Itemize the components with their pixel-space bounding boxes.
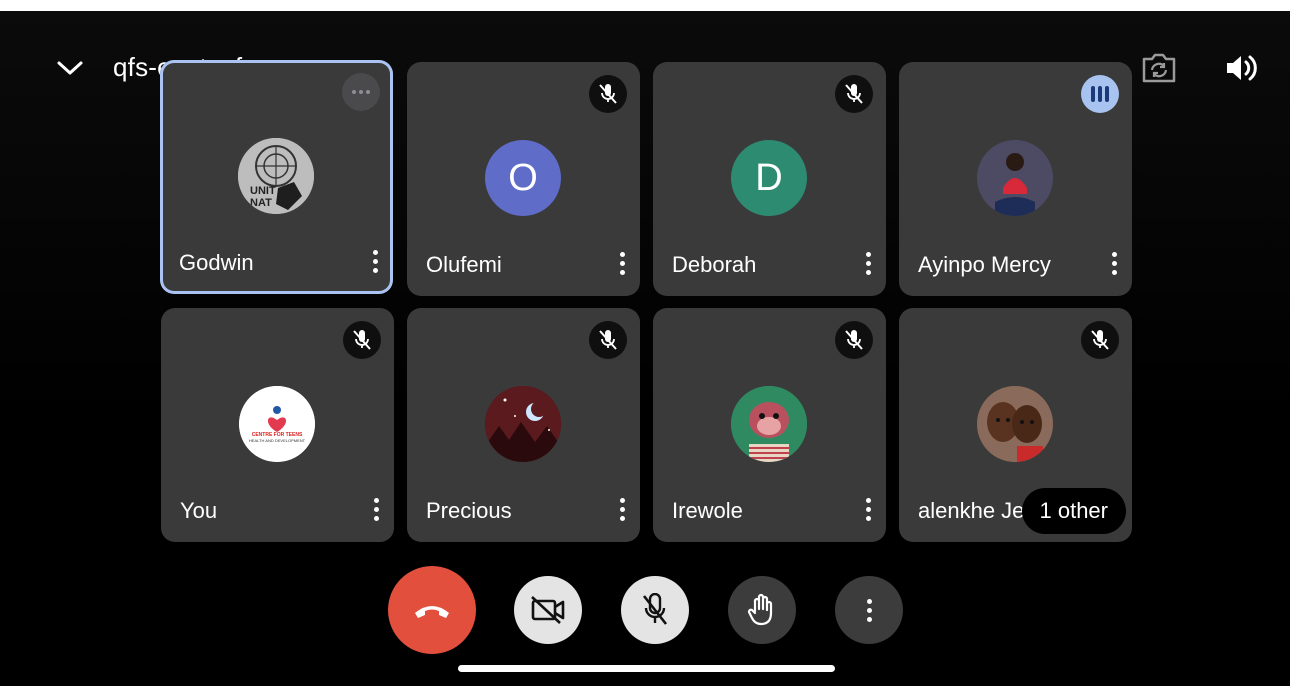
- avatar: CENTRE FOR TEENS HEALTH AND DEVELOPMENT: [239, 386, 315, 462]
- avatar: D: [731, 140, 807, 216]
- mic-off-icon: [589, 75, 627, 113]
- mic-toggle-button[interactable]: [621, 576, 689, 644]
- participant-tile-deborah[interactable]: D Deborah: [653, 62, 886, 296]
- participant-tile-precious[interactable]: Precious: [407, 308, 640, 542]
- volume-icon: [1227, 55, 1257, 81]
- participant-name: Irewole: [672, 498, 743, 523]
- more-icon: [342, 73, 380, 111]
- participant-name: Ayinpo Mercy: [918, 252, 1051, 277]
- switch-camera-button[interactable]: [1140, 50, 1178, 86]
- participant-tile-ayinpo-mercy[interactable]: Ayinpo Mercy: [899, 62, 1132, 296]
- avatar: [485, 386, 561, 462]
- mic-off-icon: [589, 321, 627, 359]
- profile-photo: [977, 140, 1053, 216]
- bottom-bezel: [0, 686, 1290, 697]
- camera-off-icon: [531, 596, 565, 624]
- participant-tile-olufemi[interactable]: O Olufemi: [407, 62, 640, 296]
- mic-off-icon: [343, 321, 381, 359]
- avatar: [977, 386, 1053, 462]
- children-photo: [977, 386, 1053, 462]
- participant-name: alenkhe Je: [918, 498, 1025, 523]
- collapse-button[interactable]: [52, 50, 88, 86]
- participant-tile-irewole[interactable]: Irewole: [653, 308, 886, 542]
- avatar: UNIT NAT: [238, 138, 314, 214]
- participant-options-button[interactable]: [612, 494, 632, 524]
- mic-off-icon: [835, 75, 873, 113]
- un-emblem-photo: UNIT NAT: [238, 138, 314, 214]
- participant-options-button[interactable]: [366, 494, 386, 524]
- switch-camera-icon: [1142, 53, 1176, 83]
- svg-text:HEALTH AND DEVELOPMENT: HEALTH AND DEVELOPMENT: [249, 438, 306, 443]
- ape-art-photo: [731, 386, 807, 462]
- more-options-icon: [866, 598, 872, 622]
- mic-off-icon: [642, 593, 668, 625]
- raise-hand-button[interactable]: [728, 576, 796, 644]
- avatar: [977, 140, 1053, 216]
- participant-options-button[interactable]: [858, 494, 878, 524]
- avatar: [731, 386, 807, 462]
- centre-for-teens-logo: CENTRE FOR TEENS HEALTH AND DEVELOPMENT: [239, 386, 315, 462]
- participant-options-button[interactable]: [858, 248, 878, 278]
- participant-name: Olufemi: [426, 252, 502, 277]
- camera-toggle-button[interactable]: [514, 576, 582, 644]
- participant-tile-godwin[interactable]: UNIT NAT Godwin: [160, 60, 393, 294]
- participant-name: Deborah: [672, 252, 757, 277]
- end-call-icon: [415, 606, 449, 618]
- more-options-button[interactable]: [835, 576, 903, 644]
- participant-options-button[interactable]: [365, 246, 385, 276]
- chevron-down-icon: [57, 61, 83, 75]
- moon-art-photo: [485, 386, 561, 462]
- mic-off-icon: [835, 321, 873, 359]
- avatar: O: [485, 140, 561, 216]
- participant-options-button[interactable]: [1104, 248, 1124, 278]
- svg-text:UNIT: UNIT: [250, 185, 276, 197]
- participant-tile-you[interactable]: CENTRE FOR TEENS HEALTH AND DEVELOPMENT …: [161, 308, 394, 542]
- raise-hand-icon: [747, 593, 773, 626]
- speaking-icon: [1081, 75, 1119, 113]
- participant-name: Godwin: [179, 250, 254, 275]
- audio-output-button[interactable]: [1222, 50, 1260, 86]
- other-participants-badge[interactable]: 1 other: [1021, 488, 1126, 534]
- participant-name: You: [180, 498, 218, 523]
- home-indicator[interactable]: [458, 665, 835, 672]
- participant-options-button[interactable]: [612, 248, 632, 278]
- participant-tile-alenkhe[interactable]: alenkhe Je 1 other: [899, 308, 1132, 542]
- participant-name: Precious: [426, 498, 512, 523]
- mic-off-icon: [1081, 321, 1119, 359]
- end-call-button[interactable]: [388, 566, 476, 654]
- svg-text:NAT: NAT: [250, 197, 272, 209]
